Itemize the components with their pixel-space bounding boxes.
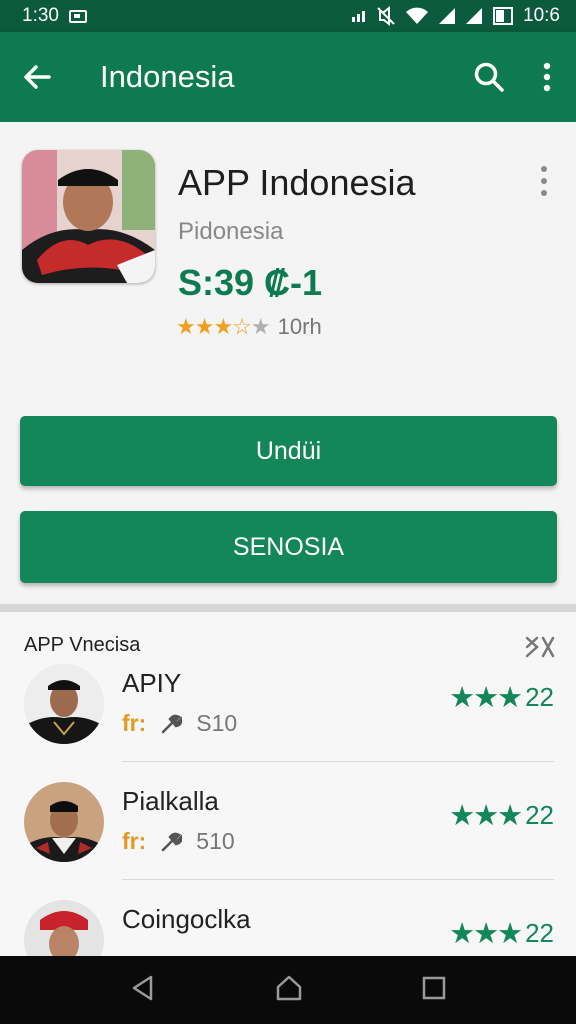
signal-icon — [439, 8, 456, 24]
app-more-button[interactable] — [530, 162, 558, 202]
home-icon — [276, 975, 302, 1000]
nav-home-button[interactable] — [274, 973, 304, 1008]
secondary-button[interactable]: SENOSIA — [20, 511, 557, 583]
item-rating: ★★★ 22 — [449, 916, 554, 951]
app-icon[interactable] — [22, 150, 155, 283]
app-price: S:39 ₡-1 — [178, 262, 323, 303]
wifi-icon — [406, 7, 429, 24]
item-rating-value: 22 — [525, 682, 554, 712]
item-name: APIY — [122, 668, 182, 698]
app-developer[interactable]: Pidonesia — [178, 218, 283, 246]
item-rating: ★★★ 22 — [449, 680, 554, 715]
item-name: Pialkalla — [122, 786, 219, 816]
list-item[interactable]: APIY fr: S10 ★★★ 22 — [0, 644, 576, 762]
battery-icon — [493, 7, 514, 25]
status-bar: 1:30 10:6 — [0, 0, 576, 32]
rating-stars: ★★★☆★ — [176, 314, 271, 339]
app-bar: Indonesia — [0, 32, 576, 122]
app-name: APP Indonesia — [178, 162, 416, 203]
back-arrow-icon — [24, 65, 51, 89]
search-icon — [474, 62, 504, 92]
nav-back-button[interactable] — [129, 974, 157, 1007]
item-badge: fr: — [122, 828, 147, 854]
item-size: 510 — [196, 828, 235, 854]
system-nav-bar — [0, 956, 576, 1024]
rating-count: 10rh — [277, 314, 322, 339]
app-header-card: APP Indonesia Pidonesia S:39 ₡-1 ★★★☆★ 1… — [0, 122, 576, 606]
item-stars: ★★★ — [449, 918, 523, 950]
app-rating: ★★★☆★ 10rh — [176, 314, 322, 340]
item-rating-value: 22 — [525, 800, 554, 830]
more-vert-icon — [543, 62, 551, 92]
back-triangle-icon — [132, 975, 152, 1000]
item-stars: ★★★ — [449, 682, 523, 714]
list-item[interactable]: Pialkalla fr: 510 ★★★ 22 — [0, 762, 576, 880]
similar-apps-section: APP Vnecisa APIY fr: S10 ★★★ 22 Pialkall… — [0, 612, 576, 980]
data-icon — [352, 11, 366, 22]
wrench-icon — [162, 832, 183, 851]
item-badge: fr: — [122, 710, 147, 736]
search-button[interactable] — [460, 32, 518, 122]
item-rating: ★★★ 22 — [449, 798, 554, 833]
back-button[interactable] — [0, 32, 74, 122]
notification-icon — [68, 9, 87, 23]
item-meta: fr: S10 — [122, 710, 237, 737]
page-title: Indonesia — [100, 59, 235, 94]
avatar — [24, 782, 104, 862]
item-size: S10 — [196, 710, 238, 736]
section-divider — [0, 604, 576, 612]
recents-icon — [423, 976, 446, 999]
status-time: 1:30 — [22, 5, 59, 26]
wrench-icon — [162, 714, 183, 733]
item-rating-value: 22 — [525, 918, 554, 948]
status-clock: 10:6 — [523, 5, 560, 26]
item-meta: fr: 510 — [122, 828, 235, 855]
mute-icon — [377, 6, 395, 26]
item-name: Coingoclka — [122, 904, 251, 934]
install-button[interactable]: Undüi — [20, 416, 557, 486]
avatar — [24, 664, 104, 744]
overflow-menu-button[interactable] — [518, 32, 576, 122]
nav-recents-button[interactable] — [421, 975, 447, 1006]
item-stars: ★★★ — [449, 800, 523, 832]
signal-icon-2 — [466, 8, 483, 24]
